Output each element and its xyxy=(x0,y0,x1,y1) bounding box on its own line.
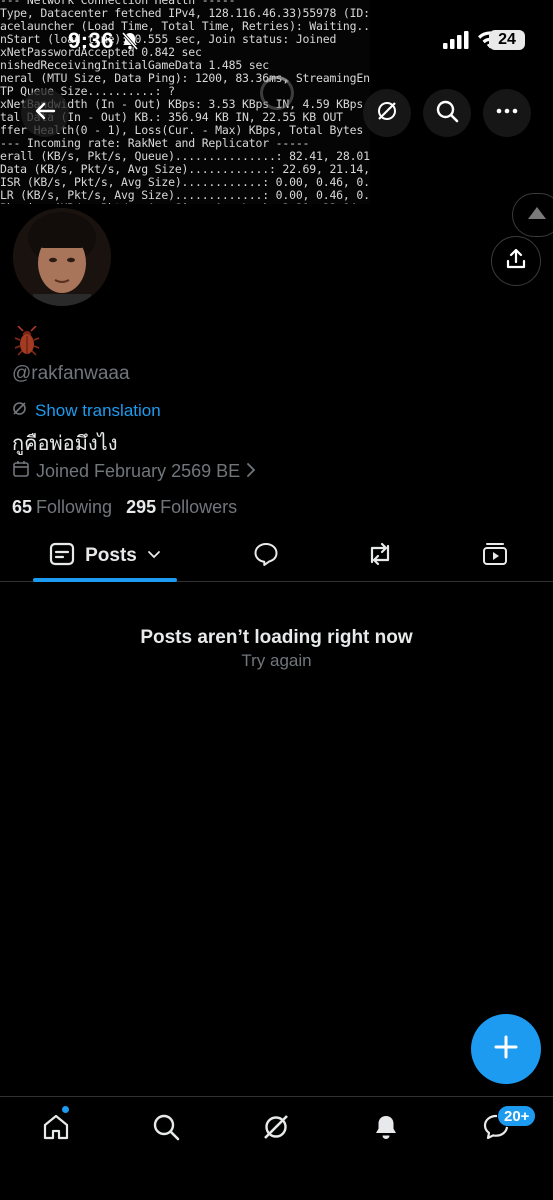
reply-bubble-icon xyxy=(253,542,279,571)
search-icon xyxy=(152,1113,180,1146)
home-notification-dot xyxy=(61,1105,70,1114)
nav-grok[interactable] xyxy=(256,1109,296,1149)
avatar[interactable] xyxy=(10,205,114,309)
followers-count: 295 xyxy=(126,497,157,517)
search-button[interactable] xyxy=(423,89,471,137)
calendar-icon xyxy=(12,460,30,483)
tab-reposts[interactable] xyxy=(355,530,405,582)
show-translation-label: Show translation xyxy=(35,401,161,420)
back-button[interactable] xyxy=(21,89,69,137)
grok-icon xyxy=(261,1112,291,1147)
tab-posts-label: Posts xyxy=(85,545,137,566)
following-link[interactable]: 65 Following xyxy=(12,497,112,518)
followers-label: Followers xyxy=(160,497,238,517)
bell-slash-icon xyxy=(120,31,140,56)
battery-indicator: 24 xyxy=(489,30,525,50)
tab-posts[interactable]: Posts xyxy=(33,530,177,582)
posts-icon xyxy=(49,542,75,571)
messages-badge: 20+ xyxy=(497,1105,537,1127)
tab-replies[interactable] xyxy=(241,530,291,582)
more-options-button[interactable] xyxy=(483,89,531,137)
profile-bio: กูคือพ่อมึงไง xyxy=(12,431,118,455)
search-icon xyxy=(435,99,459,128)
followers-link[interactable]: 295 Followers xyxy=(126,497,237,518)
plus-icon xyxy=(493,1034,519,1065)
joined-label: Joined February 2569 BE xyxy=(36,461,241,481)
loading-spinner-icon xyxy=(260,76,294,110)
share-button[interactable] xyxy=(491,236,541,286)
chevron-right-icon xyxy=(246,461,256,482)
joined-date[interactable]: Joined February 2569 BE xyxy=(12,460,256,483)
triangle-up-icon xyxy=(527,206,547,225)
translate-icon xyxy=(12,401,27,421)
profile-handle: @rakfanwaaa xyxy=(12,363,130,384)
empty-state-title: Posts aren’t loading right now xyxy=(140,627,413,648)
follow-stats: 65 Following 295 Followers xyxy=(12,497,237,518)
avatar-photo xyxy=(13,208,111,306)
nav-notifications[interactable] xyxy=(366,1109,406,1149)
cockroach-emoji-icon xyxy=(14,325,40,361)
status-time: 9:36 xyxy=(68,28,115,53)
share-icon xyxy=(505,248,527,275)
following-label: Following xyxy=(36,497,113,517)
tab-media[interactable] xyxy=(470,530,520,582)
grok-button[interactable] xyxy=(363,89,411,137)
profile-tabs: Posts xyxy=(0,530,553,582)
more-horizontal-icon xyxy=(495,99,519,128)
nav-search[interactable] xyxy=(146,1109,186,1149)
following-count: 65 xyxy=(12,497,33,517)
compose-post-button[interactable] xyxy=(471,1014,541,1084)
try-again-button[interactable]: Try again xyxy=(0,651,553,671)
debug-line: Physics (KB/s, Pkt/s, Avg Size, Avg Lag)… xyxy=(0,202,370,205)
repost-icon xyxy=(365,542,395,571)
nav-home[interactable] xyxy=(36,1109,76,1149)
chevron-down-icon xyxy=(147,547,161,565)
bell-icon xyxy=(372,1113,400,1146)
grok-icon xyxy=(375,99,399,128)
show-translation-link[interactable]: Show translation xyxy=(12,401,161,421)
bottom-navigation xyxy=(0,1096,553,1200)
cellular-signal-icon xyxy=(443,31,469,54)
video-media-icon xyxy=(482,542,508,571)
active-tab-indicator xyxy=(33,578,177,582)
scroll-up-button[interactable] xyxy=(512,193,553,237)
arrow-left-icon xyxy=(34,100,56,127)
home-icon xyxy=(42,1113,70,1146)
